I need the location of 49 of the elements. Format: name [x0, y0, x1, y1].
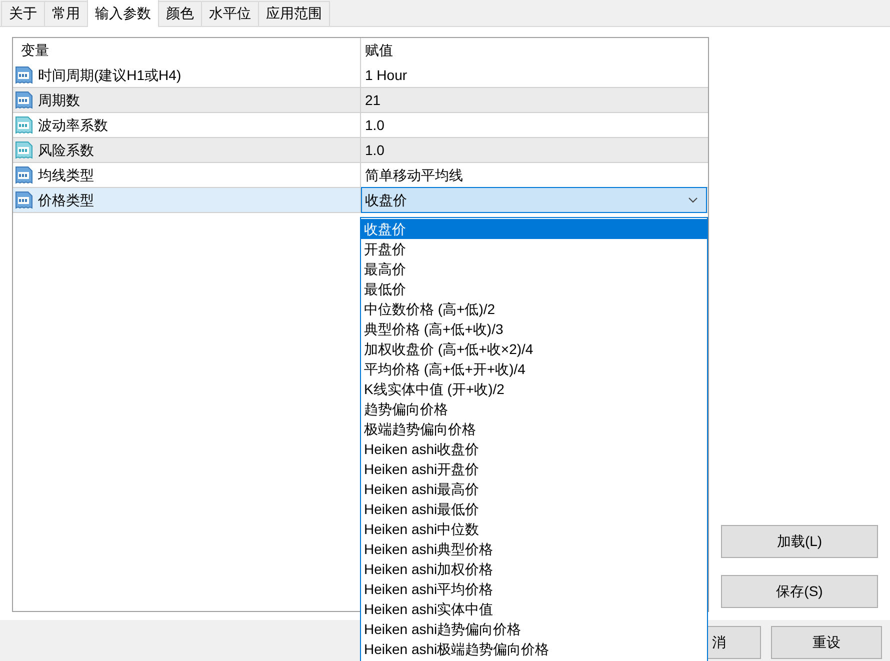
dropdown-option[interactable]: 加权收盘价 (高+低+收×2)/4 — [361, 339, 707, 359]
value-text: 简单移动平均线 — [365, 166, 463, 184]
value-text: 1 Hour — [365, 66, 408, 84]
dropdown-option[interactable]: Heiken ashi平均价格 — [361, 579, 707, 599]
dropdown-option[interactable]: 趋势偏向价格 — [361, 399, 707, 419]
reset-button[interactable]: 重设 — [771, 626, 882, 659]
load-button[interactable]: 加载(L) — [721, 525, 878, 558]
dropdown-field[interactable]: 收盘价 — [361, 187, 707, 213]
number-icon — [15, 116, 33, 134]
number-icon — [15, 91, 33, 109]
dropdown-option[interactable]: Heiken ashi加权价格 — [361, 559, 707, 579]
dropdown-option[interactable]: K线实体中值 (开+收)/2 — [361, 379, 707, 399]
dropdown-option[interactable]: Heiken ashi开盘价 — [361, 459, 707, 479]
tab[interactable]: 应用范围 — [258, 1, 330, 26]
number-icon — [15, 141, 33, 159]
variable-name: 时间周期(建议H1或H4) — [38, 66, 182, 85]
dropdown-option[interactable]: Heiken ashi典型价格 — [361, 539, 707, 559]
dropdown-option[interactable]: Heiken ashi实体中值 — [361, 599, 707, 619]
dropdown-option[interactable]: Heiken ashi最低价 — [361, 499, 707, 519]
dropdown-option[interactable]: 极端趋势偏向价格 — [361, 419, 707, 439]
number-icon — [15, 66, 33, 84]
dropdown-option[interactable]: Heiken ashi趋势偏向价格 — [361, 619, 707, 639]
chevron-down-icon — [688, 197, 698, 203]
dropdown-option[interactable]: 最低价 — [361, 279, 707, 299]
dropdown-option[interactable]: 中位数价格 (高+低)/2 — [361, 299, 707, 319]
variable-name: 周期数 — [38, 90, 80, 110]
dropdown-option[interactable]: Heiken ashi收盘价 — [361, 439, 707, 459]
dropdown-option[interactable]: 收盘价 — [361, 219, 707, 239]
dropdown-option[interactable]: 开盘价 — [361, 239, 707, 259]
column-header: 赋值 — [365, 41, 393, 60]
dropdown-option[interactable]: Heiken ashi中位数 — [361, 519, 707, 539]
tab[interactable]: 输入参数 — [87, 0, 159, 27]
value-text: 1.0 — [365, 140, 384, 160]
dropdown-option[interactable]: 典型价格 (高+低+收)/3 — [361, 319, 707, 339]
value-text: 21 — [365, 90, 381, 110]
dropdown-option[interactable]: 平均价格 (高+低+开+收)/4 — [361, 359, 707, 379]
dropdown-option[interactable]: 最高价 — [361, 259, 707, 279]
save-button[interactable]: 保存(S) — [721, 575, 878, 608]
number-icon — [15, 166, 33, 184]
dropdown-option[interactable]: Heiken ashi极端趋势偏向价格 — [361, 639, 707, 659]
column-header: 变量 — [21, 41, 49, 60]
tab[interactable]: 关于 — [1, 1, 45, 26]
value-text: 1.0 — [365, 116, 384, 134]
variable-name: 波动率系数 — [38, 116, 108, 134]
dropdown-option[interactable]: Heiken ashi最高价 — [361, 479, 707, 499]
variable-name: 价格类型 — [38, 190, 94, 210]
variable-name: 风险系数 — [38, 140, 94, 160]
number-icon — [15, 191, 33, 209]
variable-name: 均线类型 — [38, 166, 94, 184]
